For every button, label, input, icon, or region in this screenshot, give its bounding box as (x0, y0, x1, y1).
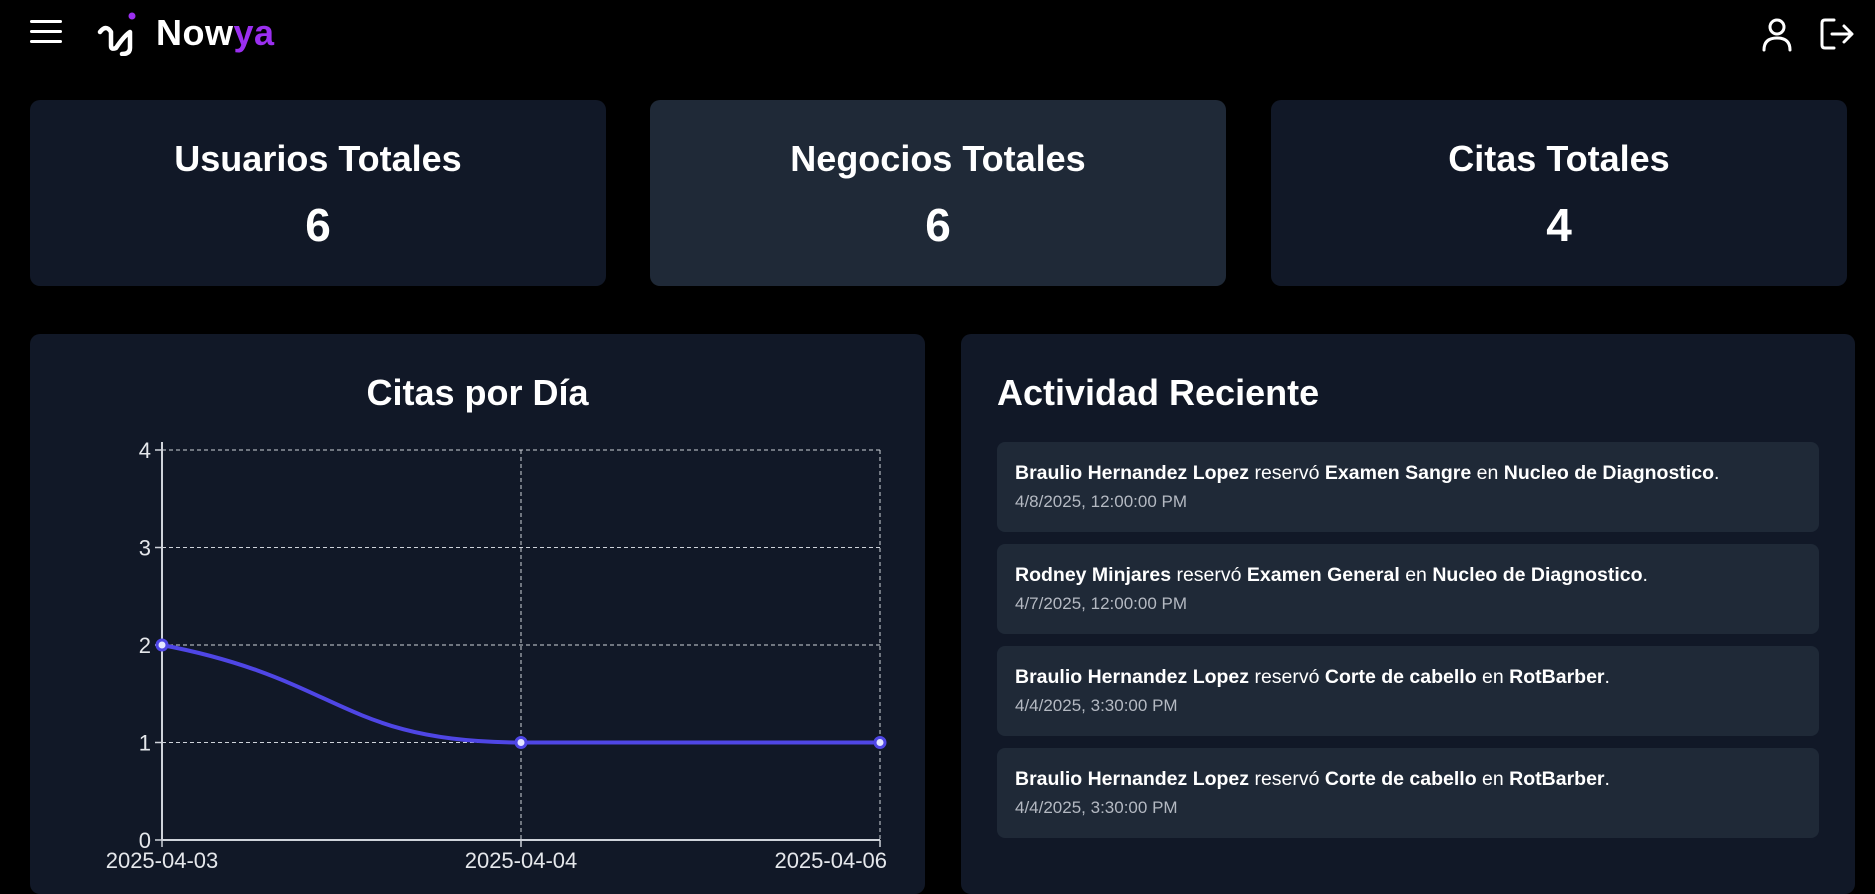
y-tick-label: 3 (139, 536, 151, 561)
activity-text: Braulio Hernandez Lopez reservó Examen S… (1015, 462, 1719, 485)
activity-verb: reservó (1176, 564, 1242, 586)
chart-panel: Citas por Día 0 1 2 3 4 2025-04-03 2025-04-04 2… (30, 334, 925, 894)
stat-card-appointments: Citas Totales 4 (1271, 100, 1847, 286)
activity-text: Rodney Minjares reservó Examen General e… (1015, 564, 1648, 587)
activity-item: Braulio Hernandez Lopez reservó Corte de… (997, 748, 1819, 838)
x-tick-label: 2025-04-04 (465, 848, 578, 873)
activity-timestamp: 4/7/2025, 12:00:00 PM (1015, 594, 1188, 613)
activity-item: Braulio Hernandez Lopez reservó Examen S… (997, 442, 1819, 532)
top-bar: Nowya (0, 0, 1875, 68)
stat-value: 6 (925, 199, 951, 251)
stat-value: 4 (1546, 199, 1572, 251)
stat-label: Citas Totales (1448, 138, 1670, 179)
stat-label: Usuarios Totales (174, 138, 462, 179)
brand-name[interactable]: Nowya (156, 12, 275, 54)
stat-card-users: Usuarios Totales 6 (30, 100, 606, 286)
activity-service: Corte de cabello (1324, 768, 1477, 790)
activity-business: RotBarber (1509, 666, 1605, 688)
activity-item: Braulio Hernandez Lopez reservó Corte de… (997, 646, 1819, 736)
nowya-logo (97, 12, 136, 56)
activity-verb: reservó (1254, 462, 1320, 484)
x-tick-label: 2025-04-03 (106, 848, 219, 873)
appointments-line-chart: 012342025-04-03 2025-04-04 2025-04-06 (106, 438, 887, 873)
activity-user: Rodney Minjares (1015, 564, 1172, 586)
data-point (155, 638, 169, 652)
activity-title: Actividad Reciente (997, 372, 1320, 413)
activity-end: . (1713, 462, 1720, 484)
activity-timestamp: 4/4/2025, 3:30:00 PM (1015, 798, 1178, 817)
data-point (873, 736, 887, 749)
y-tick-label: 4 (139, 438, 151, 463)
activity-prep: en (1476, 462, 1499, 484)
y-tick-label: 1 (139, 731, 151, 756)
y-tick-label: 2 (139, 633, 151, 658)
series-line (161, 643, 880, 745)
activity-text: Braulio Hernandez Lopez reservó Corte de… (1015, 768, 1610, 791)
stat-label: Negocios Totales (790, 138, 1086, 179)
activity-user: Braulio Hernandez Lopez (1015, 462, 1250, 484)
activity-business: Nucleo de Diagnostico (1503, 462, 1714, 484)
activity-end: . (1642, 564, 1648, 586)
activity-end: . (1604, 768, 1610, 790)
hamburger-icon[interactable] (30, 20, 62, 48)
user-icon[interactable] (1757, 14, 1797, 54)
activity-prep: en (1482, 768, 1504, 790)
activity-verb: reservó (1254, 666, 1320, 688)
activity-prep: en (1482, 666, 1504, 688)
activity-end: . (1604, 666, 1610, 688)
data-point (514, 736, 528, 749)
activity-user: Braulio Hernandez Lopez (1015, 768, 1250, 790)
activity-service: Corte de cabello (1324, 666, 1477, 688)
activity-text: Braulio Hernandez Lopez reservó Corte de… (1015, 666, 1610, 689)
activity-item: Rodney Minjares reservó Examen General e… (997, 544, 1819, 634)
brand-main: Now (156, 12, 234, 53)
brand-accent: ya (233, 12, 275, 53)
activity-verb: reservó (1254, 768, 1320, 790)
stat-card-businesses: Negocios Totales 6 (650, 100, 1226, 286)
x-tick-label: 2025-04-06 (774, 848, 887, 873)
activity-service: Examen General (1246, 564, 1400, 586)
activity-timestamp: 4/4/2025, 3:30:00 PM (1015, 696, 1178, 715)
activity-business: RotBarber (1509, 768, 1605, 790)
activity-timestamp: 4/8/2025, 12:00:00 PM (1015, 492, 1188, 511)
activity-business: Nucleo de Diagnostico (1432, 564, 1643, 586)
activity-panel: Actividad Reciente Braulio Hernandez Lop… (961, 334, 1855, 894)
activity-service: Examen Sangre (1324, 462, 1472, 484)
logout-icon[interactable] (1817, 14, 1857, 54)
activity-user: Braulio Hernandez Lopez (1015, 666, 1250, 688)
stat-value: 6 (305, 199, 331, 251)
activity-prep: en (1405, 564, 1427, 586)
